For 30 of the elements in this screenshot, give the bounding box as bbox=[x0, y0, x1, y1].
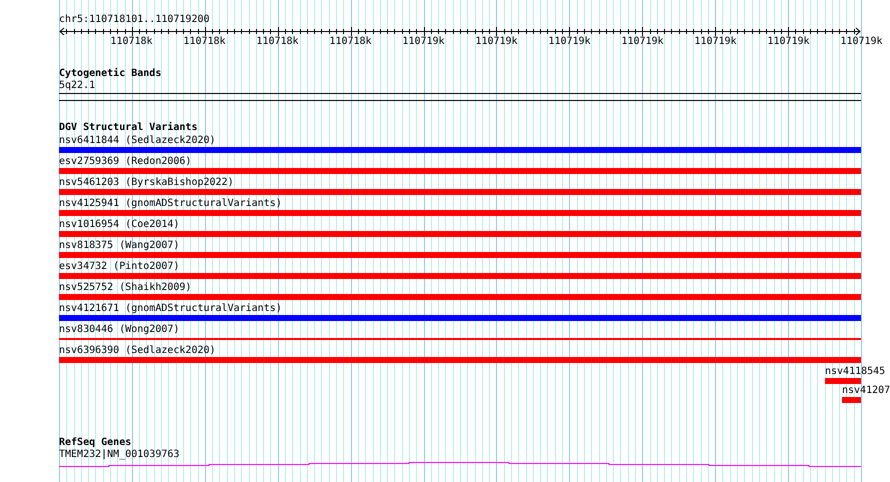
tick-label: 110718k bbox=[183, 36, 226, 48]
tick-label: 110718k bbox=[329, 36, 372, 48]
variant-label: nsv1016954 (Coe2014) bbox=[59, 218, 180, 231]
tick-label: 110719k bbox=[548, 36, 591, 48]
variant-label: esv34732 (Pinto2007) bbox=[59, 260, 180, 273]
variant-label: nsv41207 bbox=[842, 385, 890, 397]
variant-label: nsv830446 (Wong2007) bbox=[59, 323, 180, 336]
variant-label: nsv4125941 (gnomADStructuralVariants) bbox=[59, 197, 282, 210]
variant-label: nsv4121671 (gnomADStructuralVariants) bbox=[59, 302, 282, 315]
variant-label: nsv6411844 (Sedlazeck2020) bbox=[59, 134, 216, 147]
track-title: Cytogenetic Bands bbox=[59, 68, 162, 80]
variant-label: nsv6396390 (Sedlazeck2020) bbox=[59, 344, 216, 357]
variant-label: nsv525752 (Shaikh2009) bbox=[59, 281, 192, 294]
band-label: 5q22.1 bbox=[59, 80, 96, 92]
tick-label: 110719k bbox=[767, 36, 810, 48]
variant-label: nsv818375 (Wang2007) bbox=[59, 239, 180, 252]
tick-label: 110719k bbox=[402, 36, 445, 48]
track-title: RefSeq Genes bbox=[59, 437, 132, 449]
variant-label: nsv5461203 (ByrskaBishop2022) bbox=[59, 176, 234, 189]
tick-label: 110719k bbox=[694, 36, 737, 48]
track-title: DGV Structural Variants bbox=[59, 122, 198, 134]
tick-label: 110719k bbox=[475, 36, 518, 48]
tick-label: 110718k bbox=[110, 36, 153, 48]
gene-label: TMEM232|NM_001039763 bbox=[59, 449, 180, 461]
position-label: chr5:110718101..110719200 bbox=[59, 14, 210, 26]
variant-label: nsv4118545 bbox=[825, 366, 886, 378]
tick-label: 110718k bbox=[256, 36, 299, 48]
variant-label: esv2759369 (Redon2006) bbox=[59, 155, 192, 168]
tick-label: 110719k bbox=[621, 36, 664, 48]
tick-label: 110719k bbox=[840, 36, 883, 48]
